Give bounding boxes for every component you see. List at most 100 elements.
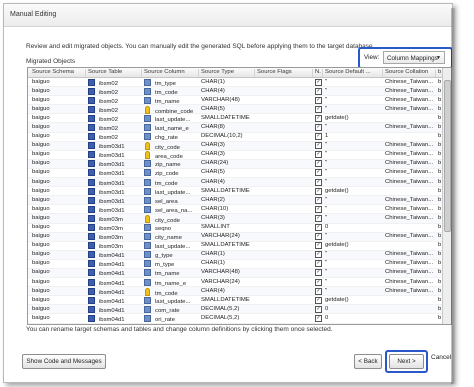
cell-text: '' <box>325 287 328 294</box>
table-cell: Chinese_Taiwan... <box>383 260 436 266</box>
table-row[interactable]: baiguo ibsm02 last_name_e CHAR(8) ✓ '' Chinese… <box>28 123 451 133</box>
nullable-checkbox[interactable]: ✓ <box>315 296 322 304</box>
table-row[interactable]: baiguo ibsm03d1 area_code CHAR(3) ✓ '' Chinese… <box>28 151 451 160</box>
table-row[interactable]: baiguo ibsm02 combine_code CHAR(5) ✓ '' Chines… <box>28 105 451 115</box>
cell-text: getdate() <box>325 296 349 303</box>
table-cell: '' <box>323 197 383 203</box>
column-header[interactable]: N. <box>313 69 323 77</box>
table-cell: ibsm02 <box>86 87 142 96</box>
nullable-checkbox[interactable]: ✓ <box>315 114 322 122</box>
nullable-checkbox[interactable]: ✓ <box>315 314 322 322</box>
table-cell: Chinese_Taiwan... <box>383 160 436 166</box>
cell-text: CHAR(4) <box>201 87 225 94</box>
table-row[interactable]: baiguo ibsm04d1 com_rate DECIMAL(5,2) ✓ 0 b <box>28 305 451 315</box>
column-header[interactable]: Source Default ... <box>323 69 383 77</box>
column-header[interactable]: Source Column <box>142 69 199 77</box>
nullable-checkbox[interactable]: ✓ <box>315 123 322 131</box>
nullable-checkbox[interactable]: ✓ <box>315 105 322 113</box>
table-row[interactable]: baiguo ibsm03m last_update... SMALLDATETIME… <box>28 242 451 251</box>
column-header[interactable]: Source Type <box>199 69 255 77</box>
column-header[interactable]: Source Flags <box>255 69 313 77</box>
view-dropdown[interactable]: Column Mappings ▼ <box>383 51 445 64</box>
nullable-checkbox[interactable]: ✓ <box>315 260 322 268</box>
table-row[interactable]: baiguo ibsm03d1 zip_name CHAR(24) ✓ '' Chinese… <box>28 159 451 169</box>
nullable-checkbox[interactable]: ✓ <box>315 224 322 231</box>
key-icon <box>145 287 150 296</box>
nullable-checkbox[interactable]: ✓ <box>315 205 322 213</box>
table-row[interactable]: baiguo ibsm02 tm_type CHAR(1) ✓ '' Chinese_Tai… <box>28 78 451 88</box>
next-button[interactable]: Next > <box>389 354 424 369</box>
table-cell: baiguo <box>30 151 86 157</box>
table-row[interactable]: baiguo ibsm03d1 zip_code CHAR(5) ✓ '' Chinese_… <box>28 169 451 179</box>
nullable-checkbox[interactable]: ✓ <box>315 233 322 241</box>
scrollbar-thumb[interactable] <box>444 80 451 232</box>
nullable-checkbox[interactable]: ✓ <box>315 287 322 295</box>
table-row[interactable]: baiguo ibsm03d1 sel_area CHAR(2) ✓ '' Chinese_… <box>28 196 451 206</box>
nullable-checkbox[interactable]: ✓ <box>315 278 322 286</box>
table-row[interactable]: baiguo ibsm03m city_code CHAR(3) ✓ '' Chinese_… <box>28 214 451 224</box>
cell-text: baiguo <box>32 242 50 249</box>
table-cell: 0 <box>323 306 383 312</box>
table-row[interactable]: baiguo ibsm03d1 tm_code CHAR(4) ✓ '' Chinese_T… <box>28 178 451 188</box>
column-header[interactable]: Source Table <box>86 69 142 77</box>
show-code-button[interactable]: Show Code and Messages <box>22 354 106 369</box>
table-row[interactable]: baiguo ibsm02 tm_name VARCHAR(48) ✓ '' Chinese… <box>28 96 451 106</box>
table-row[interactable]: baiguo ibsm03d1 sel_area_na... CHAR(10) ✓ '' C… <box>28 205 451 215</box>
nullable-checkbox[interactable]: ✓ <box>315 214 322 222</box>
cell-text: Chinese_Taiwan... <box>385 87 434 94</box>
column-header[interactable]: Source Schema <box>30 69 86 77</box>
table-row[interactable]: baiguo ibsm04d1 g_type CHAR(1) ✓ '' Chinese_Ta… <box>28 250 451 260</box>
column-header[interactable]: Source Collation <box>383 69 436 77</box>
column-icon <box>144 160 151 168</box>
cell-text: Chinese_Taiwan... <box>385 123 434 130</box>
table-row[interactable]: baiguo ibsm04d1 tm_name_e VARCHAR(24) ✓ '' Chi… <box>28 278 451 288</box>
nullable-checkbox[interactable]: ✓ <box>315 96 322 104</box>
nullable-checkbox[interactable]: ✓ <box>315 78 322 86</box>
table-row[interactable]: baiguo ibsm02 last_update... SMALLDATETIME ✓… <box>28 114 451 124</box>
table-row[interactable]: baiguo ibsm03m seqno SMALLINT ✓ 0 b <box>28 224 451 233</box>
table-cell: ✓ <box>313 214 323 222</box>
table-cell: '' <box>323 79 383 85</box>
table-row[interactable]: baiguo ibsm04d1 tm_code CHAR(4) ✓ '' Chinese_T… <box>28 287 451 297</box>
cell-text: Chinese_Taiwan... <box>385 278 434 285</box>
table-row[interactable]: baiguo ibsm02 tm_code CHAR(4) ✓ '' Chinese_Tai… <box>28 87 451 97</box>
table-row[interactable]: baiguo ibsm04d1 last_update... SMALLDATETIM… <box>28 296 451 306</box>
nullable-checkbox[interactable]: ✓ <box>315 87 322 95</box>
nullable-checkbox[interactable]: ✓ <box>315 251 322 259</box>
table-cell: '' <box>323 260 383 266</box>
cell-text: Chinese_Taiwan... <box>385 160 434 167</box>
nullable-checkbox[interactable]: ✓ <box>315 169 322 177</box>
cell-text: ibsm03d1 <box>99 144 125 151</box>
back-button[interactable]: < Back <box>354 354 382 369</box>
nullable-checkbox[interactable]: ✓ <box>315 142 322 150</box>
cell-text: baiguo <box>32 87 50 94</box>
nullable-checkbox[interactable]: ✓ <box>315 242 322 250</box>
nullable-checkbox[interactable]: ✓ <box>315 178 322 186</box>
table-cell: baiguo <box>30 160 86 166</box>
table-row[interactable]: baiguo ibsm02 chg_rate DECIMAL(10,2) ✓ 1 b <box>28 133 451 142</box>
table-cell: CHAR(3) <box>199 142 255 148</box>
cell-text: Chinese_Taiwan... <box>385 169 434 176</box>
table-row[interactable]: baiguo ibsm03m city_name VARCHAR(24) ✓ '' Chin… <box>28 232 451 242</box>
table-cell: baiguo <box>30 224 86 230</box>
table-cell: CHAR(3) <box>199 215 255 221</box>
table-row[interactable]: baiguo ibsm04d1 ori_rate DECIMAL(5,2) ✓ 0 b <box>28 314 451 324</box>
table-cell: last_update... <box>142 114 199 123</box>
cell-text: g_type <box>155 253 173 260</box>
cell-text: '' <box>325 169 328 176</box>
nullable-checkbox[interactable]: ✓ <box>315 187 322 195</box>
nullable-checkbox[interactable]: ✓ <box>315 305 322 313</box>
vertical-scrollbar[interactable] <box>442 68 451 324</box>
table-row[interactable]: baiguo ibsm03d1 city_code CHAR(3) ✓ '' Chinese… <box>28 141 451 151</box>
nullable-checkbox[interactable]: ✓ <box>315 196 322 204</box>
nullable-checkbox[interactable]: ✓ <box>315 160 322 168</box>
cancel-button[interactable]: Cancel <box>431 354 451 361</box>
cell-text: ibsm04d1 <box>99 271 125 278</box>
table-row[interactable]: baiguo ibsm04d1 tm_name VARCHAR(48) ✓ '' Chine… <box>28 268 451 279</box>
nullable-checkbox[interactable]: ✓ <box>315 133 322 141</box>
table-row[interactable]: baiguo ibsm03d1 last_update... SMALLDATETIM… <box>28 187 451 197</box>
table-row[interactable]: baiguo ibsm04d1 m_type CHAR(1) ✓ '' Chinese_Ta… <box>28 260 451 269</box>
cell-text: zip_code <box>155 171 179 178</box>
nullable-checkbox[interactable]: ✓ <box>315 151 322 159</box>
nullable-checkbox[interactable]: ✓ <box>315 269 322 277</box>
